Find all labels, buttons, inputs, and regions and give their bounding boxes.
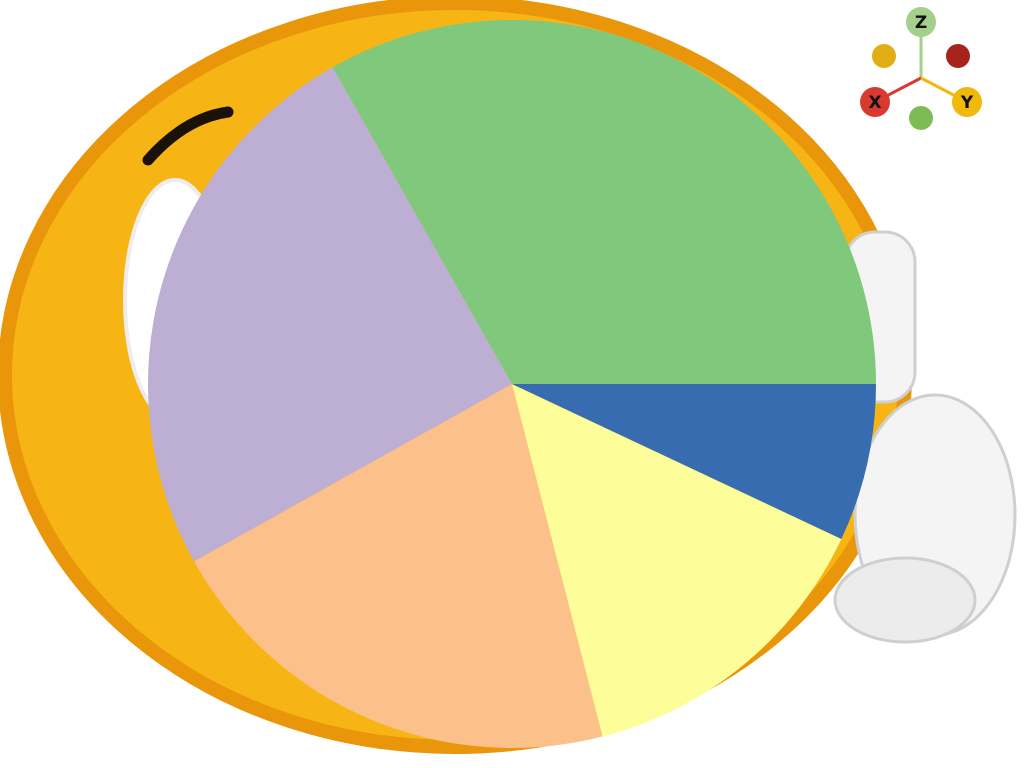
gizmo-y-label: Y (960, 93, 974, 113)
pie-chart (147, 19, 877, 748)
gizmo-neg-y-handle[interactable] (872, 44, 896, 68)
glove-knuckle (833, 556, 977, 644)
gizmo-neg-z-handle[interactable] (909, 106, 933, 130)
axis-orientation-gizmo[interactable]: Z X Y (850, 0, 1024, 140)
gizmo-x-label: X (868, 93, 881, 113)
gizmo-neg-x-handle[interactable] (946, 44, 970, 68)
gizmo-z-label: Z (915, 13, 927, 33)
